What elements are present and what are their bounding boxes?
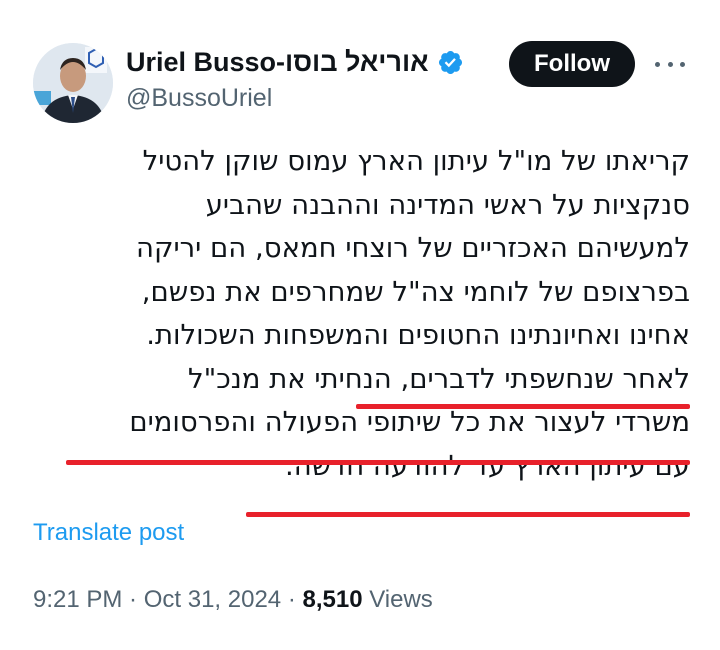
tweet-line: עם עיתון הארץ עד להודעה חדשה. (285, 449, 690, 482)
more-options-icon[interactable] (655, 52, 685, 76)
views-label: Views (369, 586, 433, 613)
tweet-line: אחינו ואחיונתינו החטופים והמשפחות השכולו… (146, 319, 690, 351)
author-handle[interactable]: @BussoUriel (126, 84, 272, 113)
more-dot (655, 61, 660, 67)
more-dot (667, 61, 673, 67)
more-dot (680, 61, 685, 67)
translate-post-link[interactable]: Translate post (33, 519, 184, 547)
meta-separator: · (122, 586, 144, 613)
tweet-line: בפרצופם של לוחמי צה"ל שמחרפים את נפשם, (141, 275, 690, 308)
author-name-row[interactable]: Uriel Busso-אוריאל בוסו (126, 44, 464, 80)
follow-button[interactable]: Follow (509, 41, 635, 87)
tweet-date[interactable]: Oct 31, 2024 (144, 586, 281, 613)
avatar-image (33, 43, 113, 123)
tweet-line: למעשיהם האכזריים של רוצחי חמאס, הם יריקה (136, 232, 690, 264)
avatar[interactable] (33, 43, 113, 123)
red-underline-annotation (246, 512, 690, 517)
red-underline-annotation (356, 404, 690, 409)
tweet-header: Uriel Busso-אוריאל בוסו @BussoUriel Foll… (0, 0, 720, 130)
tweet-line: לאחר שנחשפתי לדברים, הנחיתי את מנכ"ל (187, 362, 690, 395)
tweet-line: סנקציות על ראשי המדינה וההבנה שהביע (205, 188, 690, 221)
views-count: 8,510 (302, 586, 363, 613)
verified-badge-icon (437, 49, 464, 76)
tweet-text: קריאתו של מו"ל עיתון הארץ עמוס שוקן להטי… (30, 140, 690, 488)
tweet-line: קריאתו של מו"ל עיתון הארץ עמוס שוקן להטי… (142, 145, 690, 177)
tweet-meta: 9:21 PM · Oct 31, 2024 · 8,510 Views (33, 586, 433, 614)
tweet-time[interactable]: 9:21 PM (33, 586, 122, 613)
meta-separator: · (281, 586, 303, 613)
author-display-name[interactable]: Uriel Busso-אוריאל בוסו (126, 47, 429, 78)
red-underline-annotation (66, 460, 690, 465)
